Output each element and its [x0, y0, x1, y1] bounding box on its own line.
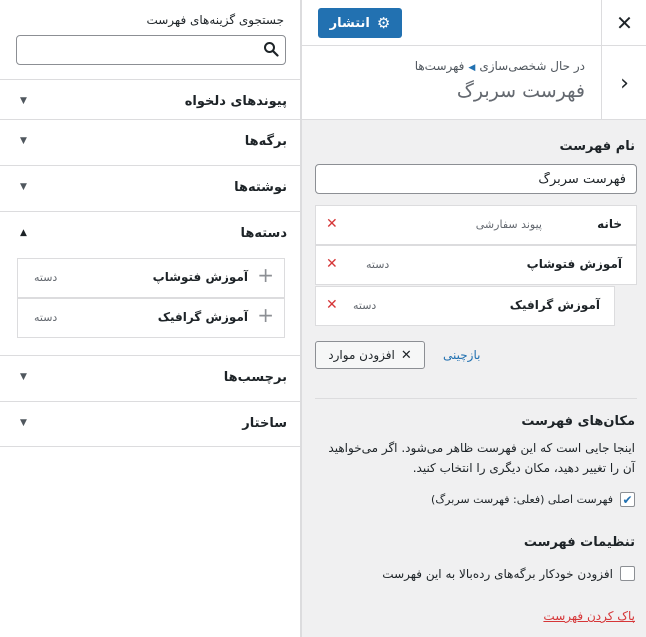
menu-locations-heading: مکان‌های فهرست [521, 414, 635, 429]
menu-locations-description: اینجا جایی است که این فهرست ظاهر می‌شود.… [328, 441, 635, 475]
triangle-down-icon: ▼ [20, 182, 27, 192]
menu-item-title: آموزش گرافیک [509, 298, 600, 312]
close-icon: ✕ [400, 347, 412, 363]
search-box[interactable] [16, 35, 286, 65]
triangle-down-icon: ▼ [20, 372, 27, 382]
section-pages[interactable]: برگه‌ها ▼ [0, 119, 300, 165]
menu-item-title: آموزش فتوشاپ [526, 257, 622, 271]
available-item[interactable]: + آموزش گرافیک دسته [17, 298, 285, 338]
section-title: نوشته‌ها [234, 180, 287, 195]
section-posts[interactable]: نوشته‌ها ▼ [0, 165, 300, 211]
menu-item-photoshop[interactable]: آموزش فتوشاپ دسته ✕ [315, 245, 637, 285]
section-title: دسته‌ها [240, 226, 287, 241]
section-title: پیوندهای دلخواه [184, 94, 287, 109]
close-button[interactable]: ✕ [601, 0, 646, 46]
menu-item-home[interactable]: خانه پیوند سفارشی ✕ [315, 205, 637, 245]
item-title: آموزش فتوشاپ [152, 270, 248, 284]
menu-item-type: دسته [366, 258, 390, 271]
item-type: دسته [34, 311, 58, 324]
section-title: برچسب‌ها [223, 370, 287, 385]
add-items-button[interactable]: ✕ افزودن موارد [315, 341, 425, 369]
remove-x-icon[interactable]: ✕ [326, 216, 338, 232]
triangle-up-icon: ▲ [20, 228, 27, 238]
search-icon[interactable] [263, 41, 279, 57]
customizer-panel: ✕ انتشار ⚙ › در حال شخصی‌سازی◀فهرست‌ها ف… [301, 0, 646, 637]
remove-x-icon[interactable]: ✕ [326, 256, 338, 272]
section-tags[interactable]: برچسب‌ها ▼ [0, 355, 300, 401]
back-button[interactable]: › [601, 46, 646, 120]
triangle-down-icon: ▼ [20, 136, 27, 146]
menu-name-input[interactable] [315, 164, 637, 194]
item-title: آموزش گرافیک [157, 310, 248, 324]
available-items-panel: جستجوی گزینه‌های فهرست پیوندهای دلخواه ▼… [0, 0, 301, 637]
search-label: جستجوی گزینه‌های فهرست [146, 13, 284, 27]
add-items-label: افزودن موارد [328, 348, 395, 362]
section-title: برگه‌ها [244, 134, 287, 149]
plus-icon[interactable]: + [257, 265, 274, 285]
divider [315, 398, 637, 399]
menu-settings-heading: تنظیمات فهرست [523, 535, 635, 550]
publish-label: انتشار [329, 15, 370, 31]
item-type: دسته [34, 271, 58, 284]
available-item[interactable]: + آموزش فتوشاپ دسته [17, 258, 285, 298]
breadcrumb-customizing: در حال شخصی‌سازی [479, 59, 585, 73]
categories-panel: + آموزش فتوشاپ دسته + آموزش گرافیک دسته [0, 246, 300, 355]
section-categories[interactable]: دسته‌ها ▲ [0, 211, 300, 246]
triangle-down-icon: ▼ [20, 96, 27, 106]
plus-icon[interactable]: + [257, 305, 274, 325]
top-bar: ✕ انتشار ⚙ [302, 0, 646, 46]
menu-item-graphics[interactable]: آموزش گرافیک دسته ✕ [315, 286, 615, 326]
triangle-down-icon: ▼ [20, 418, 27, 428]
primary-location-label: فهرست اصلی (فعلی: فهرست سربرگ) [431, 493, 613, 506]
delete-menu-link[interactable]: پاک کردن فهرست [543, 609, 635, 623]
auto-add-label: افزودن خودکار برگه‌های رده‌بالا به این ف… [382, 566, 613, 581]
section-structure[interactable]: ساختار ▼ [0, 401, 300, 447]
search-input[interactable] [17, 36, 252, 64]
chevron-right-icon: › [620, 70, 629, 96]
breadcrumb: در حال شخصی‌سازی◀فهرست‌ها [415, 59, 585, 73]
remove-x-icon[interactable]: ✕ [326, 297, 338, 313]
publish-button[interactable]: انتشار ⚙ [318, 8, 402, 38]
menu-item-type: دسته [353, 299, 377, 312]
primary-location-checkbox[interactable]: ✔ [620, 492, 635, 507]
section-title: ساختار [242, 416, 287, 431]
gear-icon: ⚙ [376, 14, 391, 32]
primary-location-row: ✔ فهرست اصلی (فعلی: فهرست سربرگ) [431, 492, 635, 507]
breadcrumb-menus: فهرست‌ها [414, 59, 465, 73]
menu-item-type: پیوند سفارشی [475, 218, 542, 231]
section-header: › در حال شخصی‌سازی◀فهرست‌ها فهرست سربرگ [302, 46, 646, 120]
auto-add-checkbox[interactable] [620, 566, 635, 581]
close-icon: ✕ [616, 11, 633, 35]
menu-item-title: خانه [597, 217, 622, 231]
menu-name-label: نام فهرست [559, 139, 635, 154]
breadcrumb-separator-icon: ◀ [468, 63, 476, 73]
page-title: فهرست سربرگ [456, 80, 585, 102]
reorder-link[interactable]: بازچینی [443, 348, 480, 362]
auto-add-row: افزودن خودکار برگه‌های رده‌بالا به این ف… [382, 566, 635, 581]
